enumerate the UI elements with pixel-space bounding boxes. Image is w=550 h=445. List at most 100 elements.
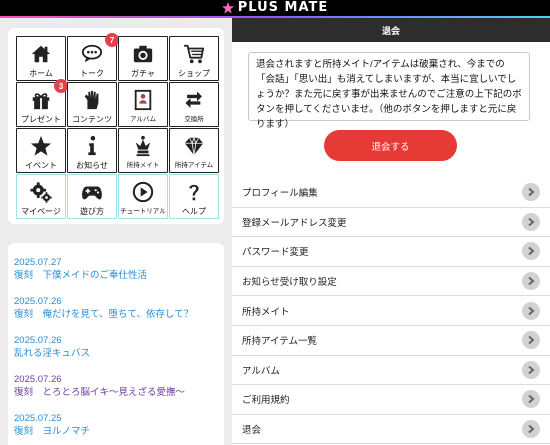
menu-shop-button[interactable]: ショップ (169, 36, 219, 81)
diamond-icon (183, 135, 205, 157)
news-item[interactable]: 2025.07.26 復刻 とろとろ脳イキ〜見えざる愛撫〜 (14, 373, 185, 399)
menu-row-label: 所持メイト (242, 306, 290, 318)
menu-row-label: アルバム (242, 365, 280, 377)
menu-help-button[interactable]: ヘルプ (169, 174, 219, 219)
news-date: 2025.07.26 (14, 296, 62, 307)
menu-label: イベント (25, 161, 57, 170)
menu-row-label: お知らせ受け取り設定 (242, 277, 337, 289)
top-bar: PLUS MATE (0, 0, 550, 18)
menu-row-label: ご利用規約 (242, 395, 290, 407)
news-item[interactable]: 2025.07.26 乱れる淫キュバス (14, 334, 90, 360)
withdraw-button[interactable]: 退会する (324, 130, 457, 161)
menu-row-notification-settings[interactable]: お知らせ受け取り設定 (232, 266, 550, 297)
question-icon (183, 181, 205, 203)
logo-text: PLUS MATE (237, 0, 329, 15)
menu-mypage-button[interactable]: マイページ (16, 174, 66, 219)
camera-icon (132, 43, 154, 65)
chevron-right-icon (522, 360, 540, 379)
menu-event-button[interactable]: イベント (16, 128, 66, 173)
news-item[interactable]: 2025.07.25 復刻 ヨルノマチ (14, 412, 90, 438)
menu-label: アルバム (130, 116, 156, 123)
news-title[interactable]: 復刻 下僕メイドのご奉仕性活 (14, 269, 147, 282)
home-icon (30, 43, 52, 65)
chevron-right-icon (522, 420, 540, 439)
chevron-right-icon (522, 390, 540, 409)
menu-label: コンテンツ (72, 115, 112, 124)
news-date: 2025.07.26 (14, 374, 62, 385)
chevron-right-icon (522, 242, 540, 261)
menu-row-withdraw[interactable]: 退会 (232, 414, 550, 445)
menu-owned-mate-button[interactable]: 所持メイト (118, 128, 168, 173)
chat-icon (81, 43, 103, 65)
menu-howto-button[interactable]: 遊び方 (67, 174, 117, 219)
menu-label: ガチャ (131, 69, 155, 78)
menu-label: マイページ (21, 207, 61, 216)
cart-icon (183, 43, 205, 65)
menu-row-password-change[interactable]: パスワード変更 (232, 237, 550, 267)
menu-row-label: パスワード変更 (242, 247, 309, 259)
menu-row-owned-items[interactable]: 所持アイテム一覧 (232, 325, 550, 356)
exchange-icon (183, 89, 205, 111)
settings-menu-list: プロフィール編集 登録メールアドレス変更 パスワード変更 お知らせ受け取り設定 … (232, 178, 550, 445)
news-list-card: 2025.07.27 復刻 下僕メイドのご奉仕性活 2025.07.26 復刻 … (8, 243, 224, 445)
news-title[interactable]: 復刻 とろとろ脳イキ〜見えざる愛撫〜 (14, 386, 185, 399)
menu-talk-button[interactable]: トーク 7 (67, 33, 119, 81)
chevron-right-icon (522, 183, 540, 202)
menu-row-album[interactable]: アルバム (232, 355, 550, 386)
menu-label: 遊び方 (80, 207, 104, 216)
present-count-badge: 3 (54, 79, 68, 93)
chevron-right-icon (522, 301, 540, 320)
menu-news-button[interactable]: お知らせ (67, 128, 117, 173)
talk-count-badge: 7 (105, 33, 119, 47)
menu-label: トーク (80, 69, 104, 78)
menu-row-email-change[interactable]: 登録メールアドレス変更 (232, 207, 550, 238)
chess-queen-icon (132, 135, 154, 157)
menu-row-terms[interactable]: ご利用規約 (232, 385, 550, 415)
news-date: 2025.07.27 (14, 257, 62, 268)
menu-exchange-button[interactable]: 交換所 (169, 82, 219, 127)
menu-album-button[interactable]: アルバム (118, 82, 168, 127)
menu-label: 所持アイテム (174, 162, 214, 169)
play-icon (132, 181, 154, 203)
menu-label: ホーム (29, 69, 53, 78)
menu-label: ヘルプ (182, 207, 206, 216)
gears-icon (30, 181, 52, 203)
news-title[interactable]: 復刻 俺だけを見て、堕ちて、依存して？ (14, 308, 193, 321)
menu-contents-button[interactable]: コンテンツ (67, 82, 117, 127)
logo-star-icon (221, 2, 234, 14)
menu-label: 所持メイト (126, 162, 160, 169)
menu-row-label: 所持アイテム一覧 (242, 336, 318, 348)
menu-gacha-button[interactable]: ガチャ (118, 36, 168, 81)
menu-row-label: 登録メールアドレス変更 (242, 217, 347, 229)
settings-panel: 退会 退会されますと所持メイト/アイテムは破棄され、今までの「会話」「思い出」も… (232, 18, 550, 445)
gift-icon (30, 89, 52, 111)
news-title[interactable]: 復刻 ヨルノマチ (14, 425, 90, 438)
menu-present-button[interactable]: プレゼント 3 (16, 79, 68, 127)
menu-row-label: プロフィール編集 (242, 188, 318, 200)
menu-grid: ホーム トーク 7 ガチャ ショップ プレゼント 3 コンテンツ アルバム 交換… (16, 33, 219, 219)
news-item[interactable]: 2025.07.27 復刻 下僕メイドのご奉仕性活 (14, 256, 147, 282)
news-date: 2025.07.25 (14, 413, 62, 424)
info-icon (81, 135, 103, 157)
menu-row-profile-edit[interactable]: プロフィール編集 (232, 178, 550, 208)
news-title[interactable]: 乱れる淫キュバス (14, 347, 90, 360)
menu-label: 交換所 (184, 116, 204, 123)
star-icon (30, 135, 52, 157)
menu-row-label: 退会 (242, 425, 262, 437)
chevron-right-icon (522, 331, 540, 350)
plus-mate-logo[interactable]: PLUS MATE (0, 0, 550, 16)
menu-home-button[interactable]: ホーム (16, 36, 66, 81)
glove-icon (81, 89, 103, 111)
chevron-right-icon (522, 272, 540, 291)
menu-label: チュートリアル (120, 208, 166, 215)
menu-label: お知らせ (76, 161, 108, 170)
menu-tutorial-button[interactable]: チュートリアル (118, 174, 168, 219)
menu-label: プレゼント (21, 115, 61, 124)
main-menu-card: ホーム トーク 7 ガチャ ショップ プレゼント 3 コンテンツ アルバム 交換… (8, 28, 224, 224)
menu-row-owned-mates[interactable]: 所持メイト (232, 296, 550, 326)
news-item[interactable]: 2025.07.26 復刻 俺だけを見て、堕ちて、依存して？ (14, 295, 193, 321)
news-date: 2025.07.26 (14, 335, 62, 346)
menu-label: ショップ (178, 69, 210, 78)
album-icon (132, 89, 154, 111)
menu-owned-items-button[interactable]: 所持アイテム (169, 128, 219, 173)
